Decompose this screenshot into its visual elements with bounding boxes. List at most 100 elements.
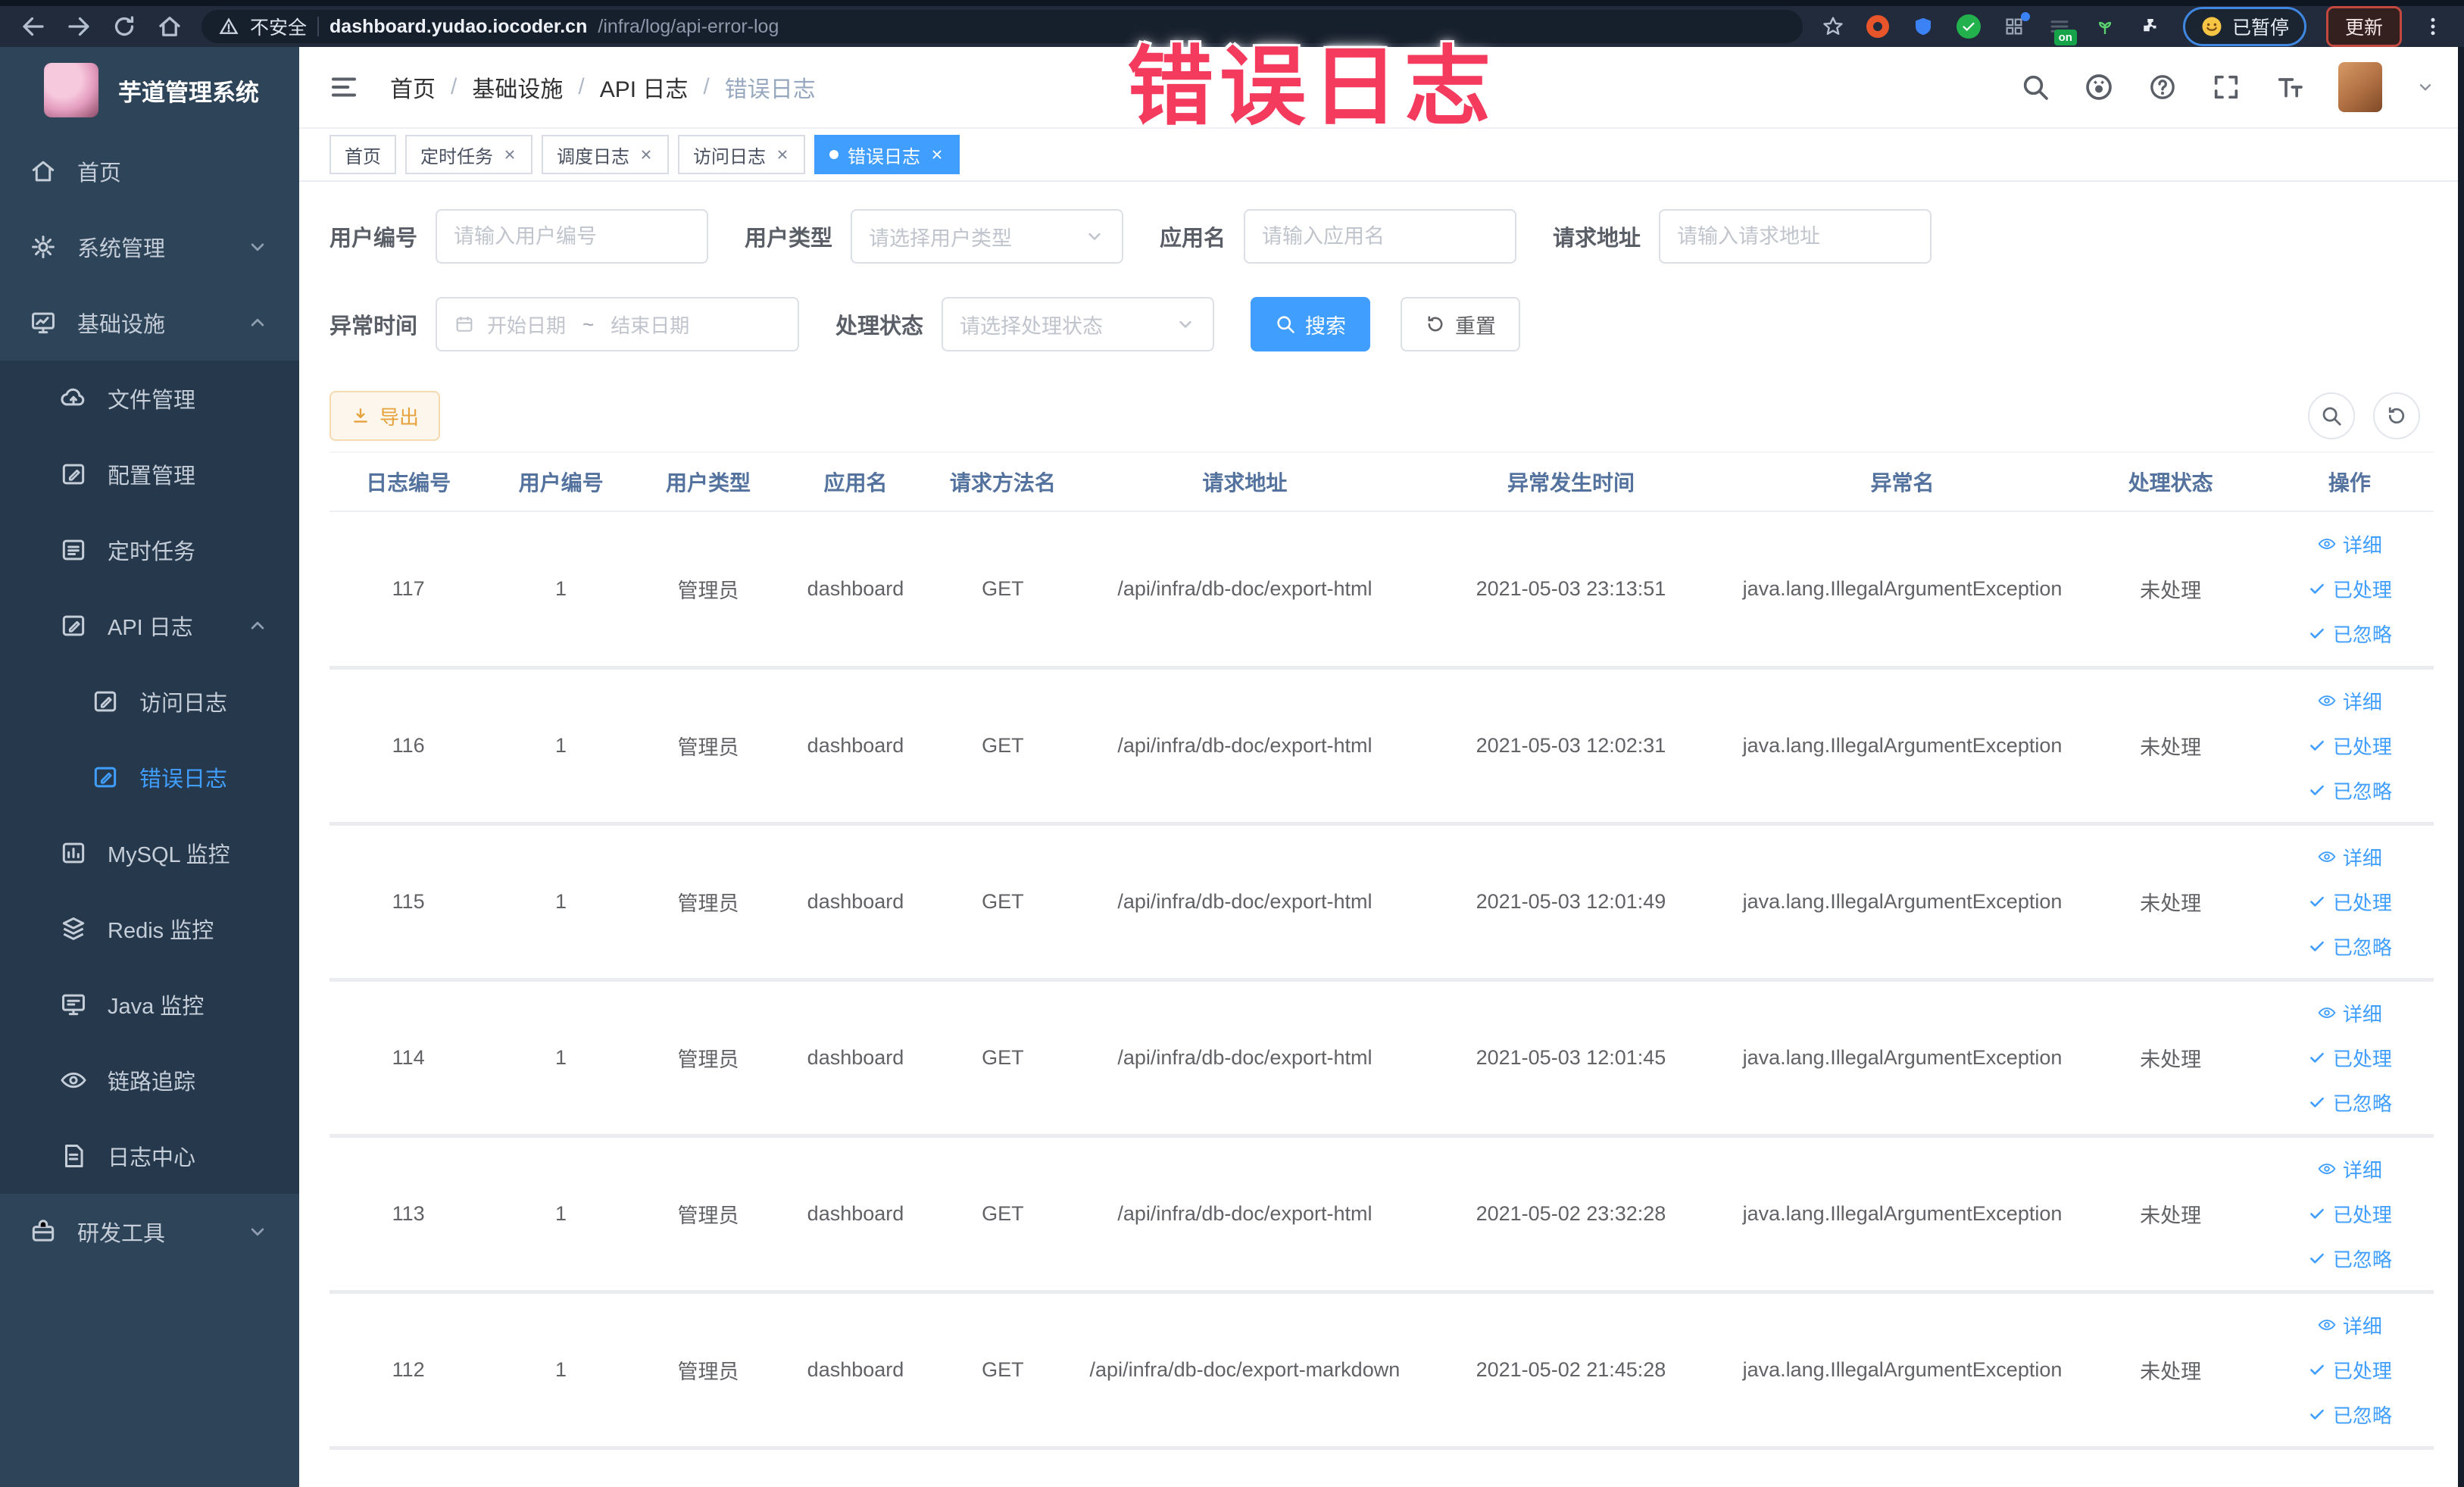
request-url-label: 请求地址 bbox=[1553, 226, 1641, 251]
back-icon[interactable] bbox=[20, 13, 47, 40]
security-label[interactable]: 不安全 bbox=[250, 13, 307, 40]
chevron-down-icon bbox=[1175, 314, 1196, 335]
user-avatar[interactable] bbox=[2338, 62, 2382, 112]
detail-link[interactable]: 详细 bbox=[2317, 1155, 2382, 1183]
eye-icon bbox=[2317, 1159, 2337, 1179]
mark-processed-link[interactable]: 已处理 bbox=[2307, 732, 2392, 760]
close-tab-icon[interactable] bbox=[929, 147, 945, 162]
sidebar-item-mysql-monitor[interactable]: MySQL 监控 bbox=[0, 815, 299, 891]
breadcrumb-item[interactable]: 首页 bbox=[390, 70, 436, 104]
close-tab-icon[interactable] bbox=[502, 147, 517, 162]
toggle-search-button[interactable] bbox=[2308, 392, 2355, 439]
sidebar-item-error-log[interactable]: 错误日志 bbox=[0, 739, 299, 815]
sidebar-item-access-log[interactable]: 访问日志 bbox=[0, 664, 299, 739]
date-range-picker[interactable]: 开始日期 ~ 结束日期 bbox=[436, 297, 800, 351]
sidebar-item-log-center[interactable]: 日志中心 bbox=[0, 1118, 299, 1194]
mark-ignored-link[interactable]: 已忽略 bbox=[2307, 1089, 2392, 1117]
orange-circle-extension-icon[interactable] bbox=[1865, 14, 1891, 39]
export-button[interactable]: 导出 bbox=[329, 391, 441, 441]
sidebar-item-infrastructure[interactable]: 基础设施 bbox=[0, 285, 299, 361]
bookmark-star-icon[interactable] bbox=[1821, 14, 1845, 39]
shield-extension-icon[interactable] bbox=[1910, 14, 1936, 39]
close-tab-icon[interactable] bbox=[639, 147, 654, 162]
grid-extension-icon[interactable] bbox=[2001, 12, 2030, 39]
caret-down-icon[interactable] bbox=[2416, 77, 2435, 97]
cell-actions: 详细 已处理 已忽略 bbox=[2265, 1136, 2434, 1294]
tab-dispatch-log[interactable]: 调度日志 bbox=[542, 135, 669, 174]
sidebar-item-api-log[interactable]: API 日志 bbox=[0, 588, 299, 664]
detail-link[interactable]: 详细 bbox=[2317, 530, 2382, 558]
mark-ignored-link[interactable]: 已忽略 bbox=[2307, 776, 2392, 804]
app-name-field[interactable] bbox=[1244, 209, 1517, 264]
request-url-input[interactable] bbox=[1677, 224, 1914, 248]
help-icon[interactable] bbox=[2147, 72, 2178, 102]
mark-processed-link[interactable]: 已处理 bbox=[2307, 888, 2392, 916]
puzzle-extension-icon[interactable] bbox=[2138, 14, 2163, 39]
cell-user-id: 1 bbox=[487, 1136, 635, 1294]
sidebar-item-home[interactable]: 首页 bbox=[0, 133, 299, 209]
browser-menu-icon[interactable] bbox=[2422, 15, 2444, 38]
reload-icon[interactable] bbox=[111, 13, 138, 40]
hamburger-icon[interactable] bbox=[328, 71, 360, 103]
mark-ignored-link[interactable]: 已忽略 bbox=[2307, 620, 2392, 648]
github-icon[interactable] bbox=[2084, 72, 2114, 102]
forward-icon[interactable] bbox=[65, 13, 92, 40]
font-size-icon[interactable] bbox=[2275, 72, 2305, 102]
tab-error-log[interactable]: 错误日志 bbox=[814, 135, 960, 174]
sidebar-item-java-monitor[interactable]: Java 监控 bbox=[0, 967, 299, 1042]
breadcrumb-item[interactable]: 基础设施 bbox=[472, 70, 563, 104]
cell-exception-time: 2021-05-03 12:02:31 bbox=[1413, 667, 1729, 826]
cell-exception-time: 2021-05-03 23:13:51 bbox=[1413, 511, 1729, 670]
search-icon[interactable] bbox=[2020, 72, 2050, 102]
user-type-select[interactable]: 请选择用户类型 bbox=[851, 209, 1124, 264]
mark-processed-link[interactable]: 已处理 bbox=[2307, 1356, 2392, 1384]
end-date-placeholder[interactable]: 结束日期 bbox=[611, 311, 689, 339]
detail-link[interactable]: 详细 bbox=[2317, 843, 2382, 871]
check-icon bbox=[2307, 892, 2327, 911]
reset-button[interactable]: 重置 bbox=[1401, 297, 1521, 351]
fullscreen-icon[interactable] bbox=[2211, 72, 2241, 102]
mark-ignored-link[interactable]: 已忽略 bbox=[2307, 932, 2392, 961]
close-tab-icon[interactable] bbox=[775, 147, 790, 162]
app-name-input[interactable] bbox=[1262, 224, 1499, 248]
mark-processed-link[interactable]: 已处理 bbox=[2307, 1044, 2392, 1072]
sidebar-item-dev-tools[interactable]: 研发工具 bbox=[0, 1194, 299, 1270]
start-date-placeholder[interactable]: 开始日期 bbox=[487, 311, 566, 339]
process-status-select[interactable]: 请选择处理状态 bbox=[942, 297, 1215, 351]
detail-link[interactable]: 详细 bbox=[2317, 1311, 2382, 1339]
sidebar-item-config-mgmt[interactable]: 配置管理 bbox=[0, 436, 299, 512]
sidebar-item-system-mgmt[interactable]: 系统管理 bbox=[0, 209, 299, 285]
green-check-extension-icon[interactable] bbox=[1956, 14, 1982, 39]
tab-access-log[interactable]: 访问日志 bbox=[678, 135, 805, 174]
mark-processed-link[interactable]: 已处理 bbox=[2307, 575, 2392, 603]
plant-extension-icon[interactable] bbox=[2092, 14, 2118, 39]
window-right-edge bbox=[2458, 47, 2464, 1487]
detail-link[interactable]: 详细 bbox=[2317, 999, 2382, 1027]
address-bar[interactable]: 不安全 dashboard.yudao.iocoder.cn/infra/log… bbox=[201, 10, 1803, 43]
cell-method: GET bbox=[929, 823, 1077, 982]
detail-link[interactable]: 详细 bbox=[2317, 687, 2382, 715]
tab-scheduled-tasks[interactable]: 定时任务 bbox=[405, 135, 532, 174]
cell-status: 未处理 bbox=[2075, 1292, 2266, 1450]
search-button[interactable]: 搜索 bbox=[1251, 297, 1371, 351]
refresh-table-button[interactable] bbox=[2373, 392, 2420, 439]
monitor-icon bbox=[29, 308, 58, 337]
paused-extension-badge[interactable]: 已暂停 bbox=[2182, 7, 2306, 46]
sidebar-item-redis-monitor[interactable]: Redis 监控 bbox=[0, 891, 299, 967]
tab-home[interactable]: 首页 bbox=[329, 135, 396, 174]
eye-icon bbox=[2317, 1003, 2337, 1023]
mark-ignored-link[interactable]: 已忽略 bbox=[2307, 1401, 2392, 1429]
toggle-on-extension-icon[interactable]: on bbox=[2047, 14, 2077, 45]
user-id-field[interactable] bbox=[436, 209, 709, 264]
logo[interactable]: 芋道管理系统 bbox=[0, 47, 299, 133]
sidebar-item-file-mgmt[interactable]: 文件管理 bbox=[0, 361, 299, 436]
user-id-input[interactable] bbox=[454, 224, 691, 248]
sidebar-item-scheduled-tasks[interactable]: 定时任务 bbox=[0, 512, 299, 588]
mark-ignored-link[interactable]: 已忽略 bbox=[2307, 1245, 2392, 1273]
sidebar-item-trace[interactable]: 链路追踪 bbox=[0, 1042, 299, 1118]
update-button[interactable]: 更新 bbox=[2325, 6, 2402, 47]
request-url-field[interactable] bbox=[1659, 209, 1932, 264]
home-icon[interactable] bbox=[156, 13, 183, 40]
mark-processed-link[interactable]: 已处理 bbox=[2307, 1200, 2392, 1228]
breadcrumb-item[interactable]: API 日志 bbox=[600, 70, 689, 104]
